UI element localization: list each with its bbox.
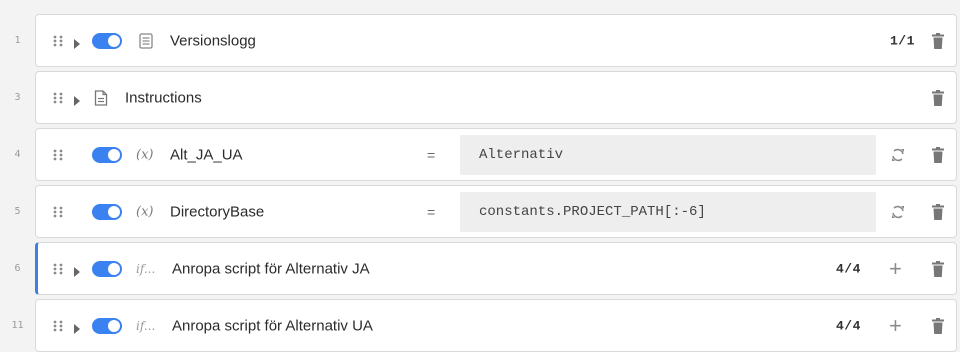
step-label: Anropa script för Alternativ UA	[172, 317, 373, 334]
step-card[interactable]: (x) DirectoryBase = constants.PROJECT_PA…	[35, 185, 957, 238]
add-icon[interactable]: +	[889, 257, 902, 280]
delete-icon[interactable]	[932, 317, 944, 334]
sync-icon[interactable]	[890, 147, 906, 163]
line-number: 4	[14, 149, 21, 160]
step-label: Versionslogg	[170, 32, 256, 49]
enable-toggle[interactable]	[92, 32, 122, 49]
enable-toggle[interactable]	[92, 146, 122, 163]
expand-caret-icon[interactable]	[73, 264, 81, 277]
expand-caret-icon[interactable]	[73, 36, 81, 49]
variable-name: Alt_JA_UA	[170, 146, 243, 163]
equals-sign: =	[427, 203, 436, 220]
sync-icon[interactable]	[890, 204, 906, 220]
variable-icon: (x)	[136, 204, 154, 219]
line-number: 3	[14, 92, 21, 103]
step-row-directorybase: 5 (x) DirectoryBase = constants.PROJECT_…	[0, 185, 960, 238]
drag-handle-icon[interactable]	[52, 204, 64, 220]
step-row-instructions: 3 Instructions	[0, 71, 960, 124]
step-count: 4/4	[836, 261, 861, 276]
expand-caret-icon[interactable]	[73, 93, 81, 106]
line-number: 6	[14, 263, 21, 274]
step-row-alt-ja-ua: 4 (x) Alt_JA_UA = Alternativ	[0, 128, 960, 181]
if-condition-icon: if...	[136, 261, 156, 276]
delete-icon[interactable]	[932, 146, 944, 163]
drag-handle-icon[interactable]	[52, 33, 64, 49]
delete-icon[interactable]	[932, 203, 944, 220]
step-row-versionslogg: 1 Versionslogg 1/1	[0, 14, 960, 67]
line-number: 1	[14, 35, 21, 46]
line-number: 11	[11, 320, 24, 331]
variable-icon: (x)	[136, 147, 154, 162]
step-row-anropa-ja: 6 if... Anropa script för Alternativ JA …	[0, 242, 960, 295]
step-card[interactable]: Instructions	[35, 71, 957, 124]
step-count: 4/4	[836, 318, 861, 333]
delete-icon[interactable]	[932, 89, 944, 106]
enable-toggle[interactable]	[92, 203, 122, 220]
step-count: 1/1	[890, 33, 915, 48]
add-icon[interactable]: +	[889, 314, 902, 337]
script-editor: 1 Versionslogg 1/1 3 Instructions 4 (x) …	[0, 0, 960, 352]
delete-icon[interactable]	[932, 260, 944, 277]
step-card[interactable]: (x) Alt_JA_UA = Alternativ	[35, 128, 957, 181]
step-row-anropa-ua: 11 if... Anropa script för Alternativ UA…	[0, 299, 960, 352]
expand-caret-icon[interactable]	[73, 321, 81, 334]
variable-name: DirectoryBase	[170, 203, 265, 220]
doc-list-icon	[139, 32, 153, 49]
step-label: Instructions	[125, 89, 202, 106]
step-label: Anropa script för Alternativ JA	[172, 260, 370, 277]
variable-value-field[interactable]: constants.PROJECT_PATH[:-6]	[460, 192, 876, 232]
delete-icon[interactable]	[932, 32, 944, 49]
step-card[interactable]: Versionslogg 1/1	[35, 14, 957, 67]
step-card[interactable]: if... Anropa script för Alternativ JA 4/…	[35, 242, 957, 295]
equals-sign: =	[427, 146, 436, 163]
drag-handle-icon[interactable]	[52, 261, 64, 277]
step-card[interactable]: if... Anropa script för Alternativ UA 4/…	[35, 299, 957, 352]
line-number: 5	[14, 206, 21, 217]
doc-icon	[94, 89, 108, 106]
drag-handle-icon[interactable]	[52, 90, 64, 106]
if-condition-icon: if...	[136, 318, 156, 333]
variable-value-field[interactable]: Alternativ	[460, 135, 876, 175]
enable-toggle[interactable]	[92, 317, 122, 334]
enable-toggle[interactable]	[92, 260, 122, 277]
drag-handle-icon[interactable]	[52, 147, 64, 163]
drag-handle-icon[interactable]	[52, 318, 64, 334]
